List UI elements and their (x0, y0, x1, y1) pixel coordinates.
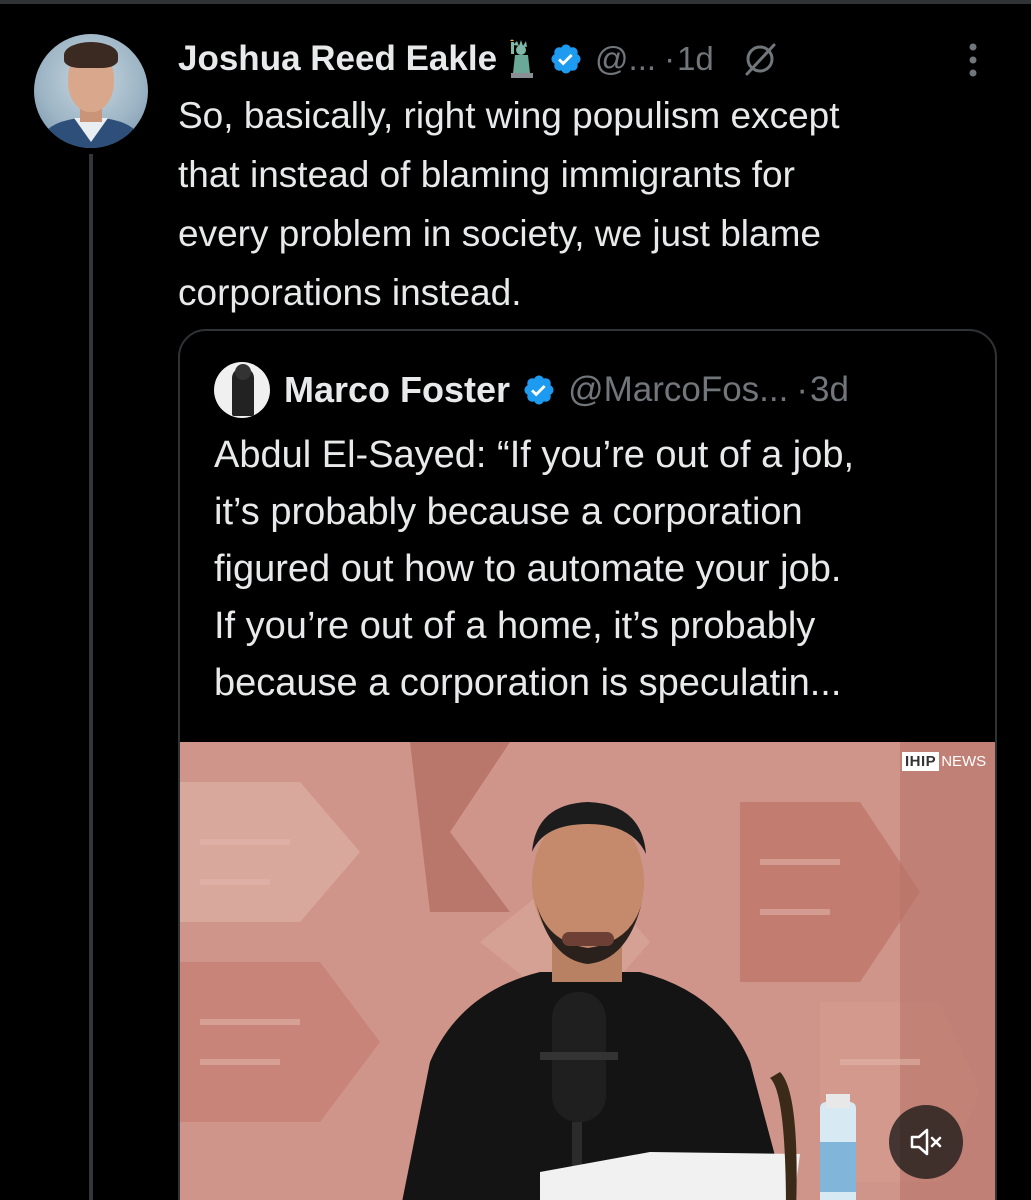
quote-header: Marco Foster @MarcoFos... · 3d (214, 362, 849, 418)
video-player[interactable]: IHIP NEWS (180, 742, 995, 1200)
top-divider (0, 0, 1031, 4)
statue-of-liberty-icon (507, 39, 537, 79)
tweet-timestamp[interactable]: 1d (677, 40, 714, 78)
watermark-logo: IHIP (902, 752, 940, 771)
quote-text: Abdul El-Sayed: “If you’re out of a job,… (214, 434, 855, 704)
separator-dot: · (664, 40, 676, 77)
quote-author-handle[interactable]: @MarcoFos... (568, 370, 788, 410)
quote-author-avatar[interactable] (214, 362, 270, 418)
separator-dot: · (796, 370, 809, 409)
tweet-text: So, basically, right wing populism excep… (178, 95, 840, 313)
speaker-person (402, 802, 856, 1200)
quote-author-display-name[interactable]: Marco Foster (284, 369, 510, 411)
verified-badge-icon (551, 44, 581, 74)
mute-button[interactable] (889, 1105, 963, 1179)
author-display-name[interactable]: Joshua Reed Eakle (178, 39, 497, 79)
author-avatar[interactable] (34, 34, 148, 148)
speaker-muted-icon (910, 1128, 942, 1156)
watermark-label: NEWS (941, 753, 987, 770)
author-handle[interactable]: @... (595, 40, 656, 78)
thread-line (89, 154, 93, 1200)
quote-timestamp[interactable]: 3d (810, 370, 849, 410)
tweet-header: Joshua Reed Eakle @... · 1d (178, 36, 780, 82)
news-watermark: IHIP NEWS (902, 752, 986, 771)
more-options-icon[interactable] (962, 40, 984, 80)
quote-tweet-card[interactable]: Marco Foster @MarcoFos... · 3d Abdul El-… (178, 329, 997, 1200)
grok-icon[interactable] (740, 39, 780, 79)
verified-badge-icon (524, 375, 554, 405)
